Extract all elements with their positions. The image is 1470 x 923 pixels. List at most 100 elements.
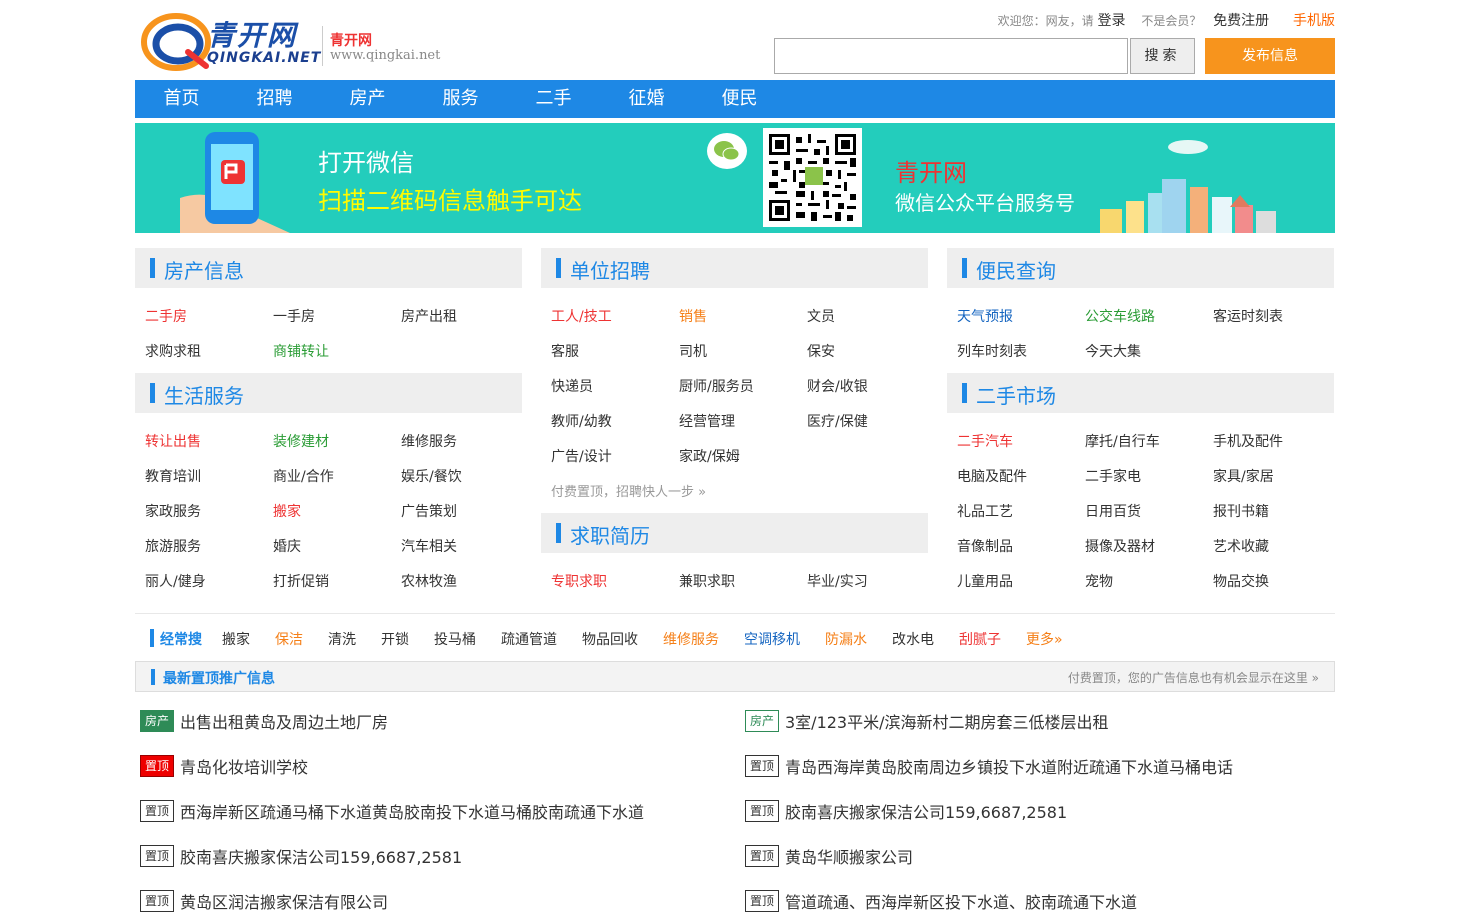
section-query-title: 便民查询 (976, 259, 1056, 283)
link-life-item[interactable]: 教育培训 (145, 466, 201, 486)
link-market-item[interactable]: 二手家电 (1085, 466, 1141, 486)
link-query-item[interactable]: 客运时刻表 (1213, 306, 1283, 326)
search-input[interactable] (774, 38, 1128, 74)
link-life-item[interactable]: 丽人/健身 (145, 571, 206, 591)
link-market-item[interactable]: 二手汽车 (957, 431, 1013, 451)
link-market-item[interactable]: 手机及配件 (1213, 431, 1283, 451)
link-life-item[interactable]: 转让出售 (145, 431, 201, 451)
listing-item[interactable]: 房产 出售出租黄岛及周边土地厂房 (140, 709, 388, 733)
common-search-item[interactable]: 搬家 (222, 629, 250, 649)
link-job-item[interactable]: 快递员 (551, 376, 593, 396)
link-job-item[interactable]: 文员 (807, 306, 835, 326)
register-link[interactable]: 免费注册 (1213, 13, 1269, 29)
common-search-item[interactable]: 改水电 (892, 629, 934, 649)
listing-item[interactable]: 置顶 黄岛区润洁搬家保洁有限公司 (140, 889, 388, 913)
mobile-link[interactable]: 手机版 (1293, 13, 1335, 29)
link-new-house[interactable]: 一手房 (273, 306, 315, 326)
latest-promo-link[interactable]: 付费置顶，您的广告信息也有机会显示在这里 » (1068, 669, 1319, 686)
listing-item[interactable]: 置顶 黄岛华顺搬家公司 (745, 844, 913, 868)
common-search-item[interactable]: 保洁 (275, 629, 303, 649)
link-job-item[interactable]: 司机 (679, 341, 707, 361)
link-house-rent[interactable]: 房产出租 (401, 306, 457, 326)
link-life-item[interactable]: 商业/合作 (273, 466, 334, 486)
link-job-item[interactable]: 教师/幼教 (551, 411, 612, 431)
listing-tag: 置顶 (140, 845, 174, 867)
job-promo-link[interactable]: 付费置顶，招聘快人一步 » (551, 481, 706, 500)
link-job-item[interactable]: 家政/保姆 (679, 446, 740, 466)
nav-convenience[interactable]: 便民 (693, 80, 786, 118)
search-button[interactable]: 搜索 (1130, 38, 1195, 74)
nav-secondhand[interactable]: 二手 (507, 80, 600, 118)
link-second-hand-house[interactable]: 二手房 (145, 306, 187, 326)
link-job-item[interactable]: 工人/技工 (551, 306, 612, 326)
link-job-item[interactable]: 客服 (551, 341, 579, 361)
link-life-item[interactable]: 娱乐/餐饮 (401, 466, 462, 486)
link-life-item[interactable]: 广告策划 (401, 501, 457, 521)
link-life-item[interactable]: 搬家 (273, 501, 301, 521)
link-job-item[interactable]: 保安 (807, 341, 835, 361)
common-search-more-link[interactable]: 更多» (1026, 629, 1063, 649)
nav-dating[interactable]: 征婚 (600, 80, 693, 118)
link-market-item[interactable]: 艺术收藏 (1213, 536, 1269, 556)
link-market-item[interactable]: 日用百货 (1085, 501, 1141, 521)
link-life-item[interactable]: 家政服务 (145, 501, 201, 521)
link-resume-item[interactable]: 毕业/实习 (807, 571, 868, 591)
link-market-item[interactable]: 礼品工艺 (957, 501, 1013, 521)
nav-service[interactable]: 服务 (414, 80, 507, 118)
link-life-item[interactable]: 婚庆 (273, 536, 301, 556)
common-search-item[interactable]: 清洗 (328, 629, 356, 649)
link-market-item[interactable]: 宠物 (1085, 571, 1113, 591)
nav-jobs[interactable]: 招聘 (228, 80, 321, 118)
listing-item[interactable]: 置顶 胶南喜庆搬家保洁公司159,6687,2581 (745, 799, 1067, 823)
listing-tag: 置顶 (745, 755, 779, 777)
listing-item[interactable]: 置顶 管道疏通、西海岸新区投下水道、胶南疏通下水道 (745, 889, 1137, 913)
link-query-item[interactable]: 天气预报 (957, 306, 1013, 326)
link-job-item[interactable]: 销售 (679, 306, 707, 326)
link-life-item[interactable]: 农林牧渔 (401, 571, 457, 591)
listing-item[interactable]: 置顶 青岛西海岸黄岛胶南周边乡镇投下水道附近疏通下水道马桶电话 (745, 754, 1233, 778)
link-market-item[interactable]: 摩托/自行车 (1085, 431, 1160, 451)
wechat-banner[interactable]: 打开微信 扫描二维码信息触手可达 青开网 微信公众平台服务号 (135, 123, 1335, 233)
link-market-item[interactable]: 报刊书籍 (1213, 501, 1269, 521)
common-search-item[interactable]: 物品回收 (582, 629, 638, 649)
link-life-item[interactable]: 维修服务 (401, 431, 457, 451)
link-market-item[interactable]: 儿童用品 (957, 571, 1013, 591)
link-resume-item[interactable]: 专职求职 (551, 571, 607, 591)
listing-item[interactable]: 置顶 西海岸新区疏通马桶下水道黄岛胶南投下水道马桶胶南疏通下水道 (140, 799, 644, 823)
link-life-item[interactable]: 汽车相关 (401, 536, 457, 556)
common-search-item[interactable]: 刮腻子 (959, 629, 1001, 649)
common-search-item[interactable]: 疏通管道 (501, 629, 557, 649)
common-search-item[interactable]: 空调移机 (744, 629, 800, 649)
link-query-item[interactable]: 公交车线路 (1085, 306, 1155, 326)
common-search-item[interactable]: 开锁 (381, 629, 409, 649)
section-market-title: 二手市场 (976, 384, 1056, 408)
link-job-item[interactable]: 广告/设计 (551, 446, 612, 466)
nav-home[interactable]: 首页 (135, 80, 228, 118)
link-market-item[interactable]: 电脑及配件 (957, 466, 1027, 486)
link-wanted-rent[interactable]: 求购求租 (145, 341, 201, 361)
common-search-item[interactable]: 投马桶 (434, 629, 476, 649)
link-market-item[interactable]: 家具/家居 (1213, 466, 1274, 486)
link-market-item[interactable]: 物品交换 (1213, 571, 1269, 591)
link-query-item[interactable]: 列车时刻表 (957, 341, 1027, 361)
link-job-item[interactable]: 财会/收银 (807, 376, 868, 396)
link-resume-item[interactable]: 兼职求职 (679, 571, 735, 591)
listing-item[interactable]: 置顶 青岛化妆培训学校 (140, 754, 308, 778)
post-info-button[interactable]: 发布信息 (1205, 38, 1335, 74)
link-query-item[interactable]: 今天大集 (1085, 341, 1141, 361)
common-search-item[interactable]: 防漏水 (825, 629, 867, 649)
common-search-item[interactable]: 维修服务 (663, 629, 719, 649)
listing-item[interactable]: 房产 3室/123平米/滨海新村二期房套三低楼层出租 (745, 709, 1109, 733)
link-life-item[interactable]: 打折促销 (273, 571, 329, 591)
link-job-item[interactable]: 厨师/服务员 (679, 376, 754, 396)
link-life-item[interactable]: 装修建材 (273, 431, 329, 451)
login-link[interactable]: 登录 (1098, 13, 1126, 29)
link-shop-transfer[interactable]: 商铺转让 (273, 341, 329, 361)
link-life-item[interactable]: 旅游服务 (145, 536, 201, 556)
link-market-item[interactable]: 音像制品 (957, 536, 1013, 556)
listing-item[interactable]: 置顶 胶南喜庆搬家保洁公司159,6687,2581 (140, 844, 462, 868)
nav-house[interactable]: 房产 (321, 80, 414, 118)
link-job-item[interactable]: 医疗/保健 (807, 411, 868, 431)
link-market-item[interactable]: 摄像及器材 (1085, 536, 1155, 556)
link-job-item[interactable]: 经营管理 (679, 411, 735, 431)
